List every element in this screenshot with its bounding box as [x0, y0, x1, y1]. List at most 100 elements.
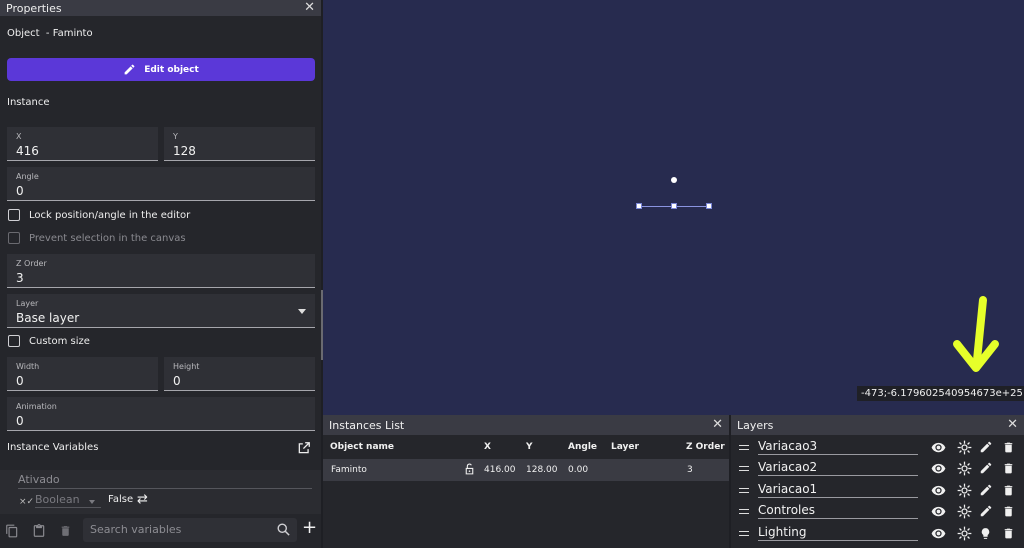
angle-field[interactable]: Angle 0 — [7, 167, 315, 201]
rotation-handle[interactable] — [671, 177, 677, 183]
prevent-selection-checkbox — [8, 232, 20, 244]
prevent-selection-row: Prevent selection in the canvas — [8, 232, 186, 244]
close-icon[interactable]: ✕ — [712, 417, 723, 433]
height-value[interactable]: 0 — [173, 374, 306, 389]
lock-checkbox-row[interactable]: Lock position/angle in the editor — [8, 209, 190, 221]
add-variable-icon[interactable]: + — [302, 517, 317, 538]
eye-icon[interactable] — [930, 504, 947, 519]
animation-value[interactable]: 0 — [16, 414, 306, 429]
edit-object-label: Edit object — [144, 64, 199, 75]
layer-row-variacao2[interactable]: Variacao2 — [731, 458, 1024, 479]
instances-title-bar: Instances List ✕ — [323, 415, 729, 435]
layer-name[interactable]: Variacao3 — [758, 439, 918, 455]
eye-icon[interactable] — [930, 461, 947, 476]
chevron-down-icon[interactable] — [298, 309, 306, 314]
variable-value[interactable]: False — [108, 494, 133, 505]
animation-label: Animation — [16, 402, 57, 411]
pencil-icon[interactable] — [979, 504, 993, 518]
instance-section-label: Instance — [7, 97, 50, 108]
object-prefix: Object — [7, 28, 40, 39]
copy-icon[interactable] — [5, 523, 19, 539]
layer-name[interactable]: Controles — [758, 503, 918, 519]
col-angle[interactable]: Angle — [568, 442, 597, 452]
lighting-icon[interactable] — [957, 526, 972, 541]
width-value[interactable]: 0 — [16, 374, 149, 389]
layer-row-variacao3[interactable]: Variacao3 — [731, 437, 1024, 458]
trash-icon[interactable] — [1002, 483, 1015, 498]
width-field[interactable]: Width 0 — [7, 357, 158, 391]
custom-size-label: Custom size — [29, 335, 90, 347]
col-layer[interactable]: Layer — [611, 442, 639, 452]
drag-handle-icon[interactable] — [739, 488, 749, 493]
variable-name-input[interactable]: Ativado — [18, 473, 312, 489]
x-value[interactable]: 416 — [16, 144, 149, 159]
drag-handle-icon[interactable] — [739, 466, 749, 471]
width-label: Width — [16, 362, 40, 371]
properties-panel: Properties ✕ Object - Faminto Edit objec… — [0, 0, 321, 548]
resize-handle-center[interactable] — [671, 203, 677, 209]
eye-icon[interactable] — [930, 483, 947, 498]
layer-row-lighting[interactable]: Lighting — [731, 523, 1024, 544]
angle-value[interactable]: 0 — [16, 184, 306, 199]
resize-handle-left[interactable] — [636, 203, 642, 209]
scene-canvas[interactable]: -473;-6.179602540954673e+25 — [323, 0, 1024, 415]
trash-icon[interactable] — [1002, 504, 1015, 519]
layer-name[interactable]: Lighting — [758, 525, 918, 541]
row-zorder: 3 — [687, 465, 693, 475]
col-y[interactable]: Y — [526, 442, 533, 452]
trash-icon[interactable] — [1002, 461, 1015, 476]
layer-row-controles[interactable]: Controles — [731, 501, 1024, 522]
pencil-icon[interactable] — [979, 461, 993, 475]
search-variables-input[interactable]: Search variables — [83, 518, 297, 542]
cursor-coordinates: -473;-6.179602540954673e+25 — [857, 386, 1024, 401]
layers-title: Layers — [737, 418, 774, 432]
edit-object-button[interactable]: Edit object — [7, 58, 315, 81]
zorder-field[interactable]: Z Order 3 — [7, 254, 315, 288]
trash-icon[interactable] — [1002, 526, 1015, 541]
lighting-icon[interactable] — [957, 461, 972, 476]
layer-name[interactable]: Variacao2 — [758, 460, 918, 476]
animation-field[interactable]: Animation 0 — [7, 397, 315, 431]
lock-checkbox[interactable] — [8, 209, 20, 221]
lightbulb-icon[interactable] — [979, 526, 992, 541]
height-label: Height — [173, 362, 200, 371]
instance-variables-label: Instance Variables — [7, 442, 99, 453]
trash-icon[interactable] — [1002, 440, 1015, 455]
pencil-icon — [124, 64, 135, 75]
zorder-label: Z Order — [16, 259, 47, 268]
lighting-icon[interactable] — [957, 483, 972, 498]
y-field[interactable]: Y 128 — [164, 127, 315, 161]
paste-icon[interactable] — [32, 523, 46, 539]
trash-icon[interactable] — [59, 523, 72, 539]
layer-select[interactable]: Layer Base layer — [7, 294, 315, 328]
layer-name[interactable]: Variacao1 — [758, 482, 918, 498]
eye-icon[interactable] — [930, 440, 947, 455]
search-icon[interactable] — [276, 522, 291, 537]
lighting-icon[interactable] — [957, 440, 972, 455]
pencil-icon[interactable] — [979, 440, 993, 454]
col-object-name[interactable]: Object name — [330, 442, 394, 452]
boolean-type-icon: ×✓ — [19, 497, 35, 507]
zorder-value[interactable]: 3 — [16, 271, 306, 286]
close-icon[interactable]: ✕ — [1007, 417, 1018, 433]
swap-icon[interactable]: ⇄ — [137, 492, 148, 507]
pencil-icon[interactable] — [979, 483, 993, 497]
col-zorder[interactable]: Z Order — [686, 442, 725, 452]
custom-size-row[interactable]: Custom size — [8, 335, 90, 347]
layer-row-variacao1[interactable]: Variacao1 — [731, 480, 1024, 501]
x-field[interactable]: X 416 — [7, 127, 158, 161]
custom-size-checkbox[interactable] — [8, 335, 20, 347]
close-icon[interactable]: ✕ — [304, 0, 315, 16]
lock-open-icon[interactable] — [463, 462, 476, 476]
col-x[interactable]: X — [484, 442, 491, 452]
open-external-icon[interactable] — [297, 441, 311, 455]
resize-handle-right[interactable] — [706, 203, 712, 209]
drag-handle-icon[interactable] — [739, 445, 749, 450]
eye-icon[interactable] — [930, 526, 947, 541]
drag-handle-icon[interactable] — [739, 531, 749, 536]
lighting-icon[interactable] — [957, 504, 972, 519]
height-field[interactable]: Height 0 — [164, 357, 315, 391]
search-placeholder: Search variables — [90, 523, 182, 536]
drag-handle-icon[interactable] — [739, 509, 749, 514]
y-value[interactable]: 128 — [173, 144, 306, 159]
